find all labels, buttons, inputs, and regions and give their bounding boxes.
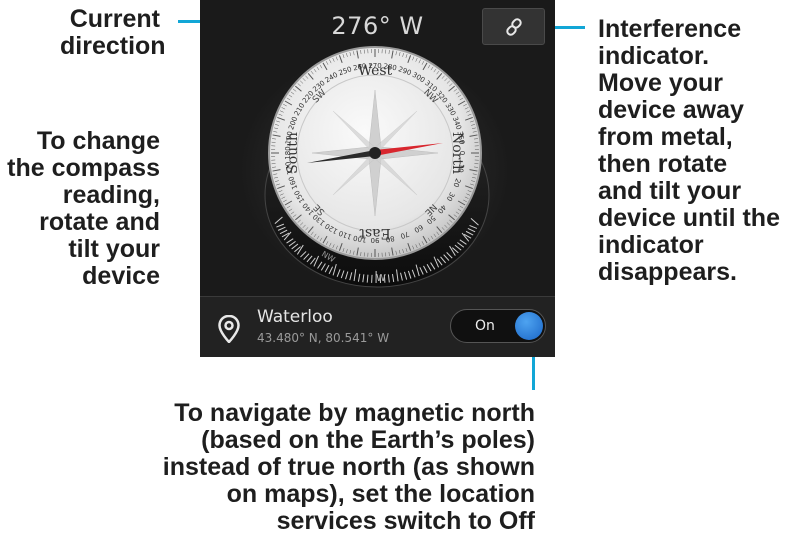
callout-line: from metal,	[598, 123, 733, 151]
callout-line: the compass	[7, 154, 160, 182]
callout-pointer-line	[532, 352, 535, 390]
needle-pivot	[369, 147, 381, 159]
link-icon	[505, 17, 522, 36]
callout-interference: Interference indicator. Move your device…	[598, 16, 785, 286]
callout-line: direction	[60, 32, 166, 60]
callout-line: services switch to Off	[276, 507, 535, 535]
callout-line: device until the	[598, 204, 780, 232]
cardinal-east: East	[359, 225, 391, 241]
location-coordinates: 43.480° N, 80.541° W	[257, 331, 390, 345]
callout-line: disappears.	[598, 258, 737, 286]
cardinal-south: South	[285, 132, 301, 174]
callout-line: (based on the Earth’s poles)	[201, 426, 535, 454]
callout-line: then rotate	[598, 150, 728, 178]
callout-line: tilt your	[68, 235, 160, 263]
callout-line: on maps), set the location	[226, 480, 535, 508]
callout-line: rotate and	[39, 208, 160, 236]
callout-line: device away	[598, 96, 744, 124]
cardinal-west: West	[358, 63, 393, 79]
location-bar: Waterloo 43.480° N, 80.541° W On	[200, 296, 555, 357]
callout-line: instead of true north (as shown	[162, 453, 535, 481]
location-services-toggle[interactable]: On	[450, 309, 546, 343]
callout-line: To navigate by magnetic north	[174, 399, 535, 427]
callout-line: and tilt your	[598, 177, 742, 205]
toggle-knob[interactable]	[515, 312, 543, 340]
callout-line: Interference	[598, 15, 742, 43]
callout-line: indicator.	[598, 42, 710, 70]
toggle-label: On	[475, 318, 495, 334]
callout-line: Move your	[598, 69, 724, 97]
compass-dial[interactable]: W NW 0 10 20 30 40 50 60 70 80 90 100 110 120 130 140 1…	[235, 45, 515, 305]
location-name: Waterloo	[257, 307, 333, 327]
callout-current-direction: Current direction	[60, 5, 166, 60]
callout-change-reading: To change the compass reading, rotate an…	[0, 128, 160, 290]
compass-app-screen: 276° W W NW 0 10 20 30 40 50 60 70 80 90…	[200, 0, 555, 357]
callout-magnetic-north: To navigate by magnetic north (based on …	[150, 400, 535, 535]
callout-line: To change	[36, 127, 160, 155]
bezel-letter: W	[376, 273, 386, 284]
callout-line: device	[82, 262, 160, 290]
interference-indicator-button[interactable]	[482, 8, 545, 45]
callout-line: reading,	[62, 181, 160, 209]
callout-line: Current	[69, 5, 160, 33]
cardinal-north: North	[449, 132, 465, 174]
callout-line: indicator	[598, 231, 704, 259]
location-pin-icon	[218, 315, 240, 343]
